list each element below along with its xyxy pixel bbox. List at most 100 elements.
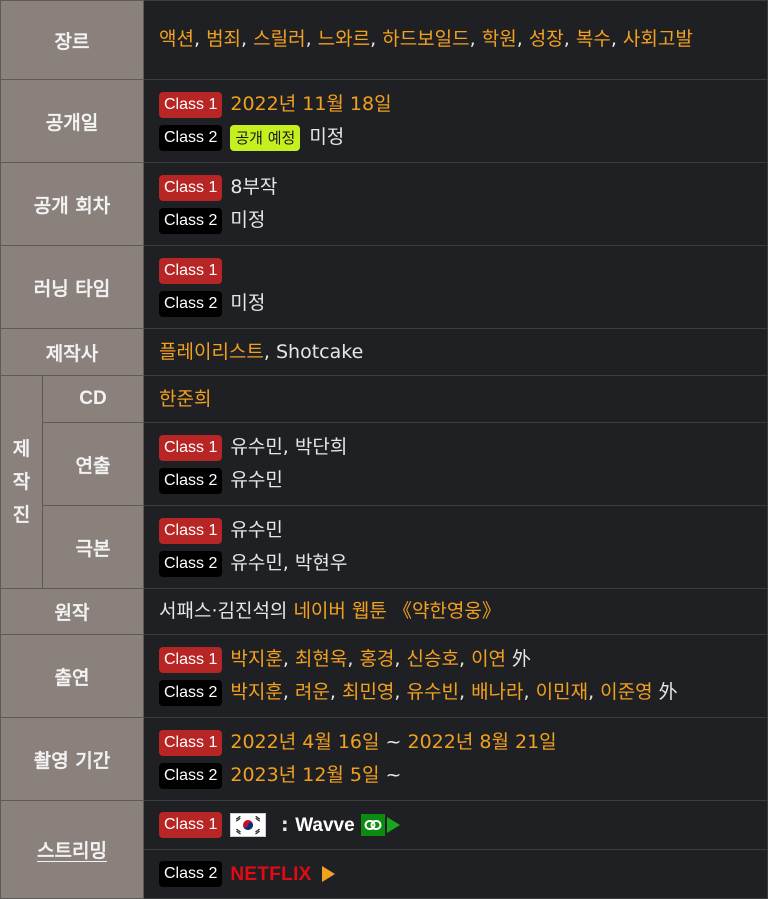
list-item-link[interactable]: 액션 [159, 28, 194, 50]
row-release-date: 공개일 Class 1 2022년 11월 18일 Class 2 공개 예정 … [0, 79, 768, 163]
cast-class2-suffix: 外 [658, 681, 678, 703]
list-item-link[interactable]: 유수빈 [407, 681, 459, 703]
running-time-class2-line: Class 2 미정 [159, 287, 753, 320]
list-item-link[interactable]: 이연 [471, 648, 506, 670]
episodes-class2: 미정 [230, 209, 266, 231]
class1-badge: Class 1 [159, 517, 223, 544]
filming-class2-line: Class 2 2023년 12월 5일 ~ [159, 759, 753, 792]
separator: , [394, 681, 407, 703]
south-korea-flag-icon [230, 813, 267, 837]
header-original: 원작 [0, 588, 144, 635]
play-icon[interactable] [321, 866, 335, 882]
header-cd: CD [42, 375, 144, 423]
separator: , [516, 28, 529, 50]
list-item-link[interactable]: 사회고발 [623, 28, 693, 50]
tilde: ~ [379, 731, 408, 753]
filming-class1-start[interactable]: 2022년 4월 16일 [230, 728, 379, 757]
original-author: 서패스·김진석의 [159, 600, 294, 622]
list-item-link[interactable]: 최민영 [342, 681, 394, 703]
list-item-link[interactable]: 느와르 [318, 28, 370, 50]
class1-badge: Class 1 [159, 812, 223, 838]
class1-badge: Class 1 [159, 174, 223, 201]
list-item-link[interactable]: 박지훈 [230, 648, 282, 670]
list-item-link[interactable]: 이민재 [536, 681, 588, 703]
cast-class1-suffix: 外 [512, 648, 532, 670]
row-genre: 장르 액션, 범죄, 스릴러, 느와르, 하드보일드, 학원, 성장, 복수, … [0, 0, 768, 80]
writer-class2-line: Class 2 유수민, 박현우 [159, 547, 753, 580]
class2-badge: Class 2 [159, 679, 223, 706]
release-class1-line: Class 1 2022년 11월 18일 [159, 88, 753, 121]
upcoming-release-pill: 공개 예정 [230, 124, 301, 151]
episodes-class1: 8부작 [230, 176, 278, 198]
list-item-link[interactable]: 학원 [482, 28, 517, 50]
running-time-class2: 미정 [230, 292, 266, 314]
filming-class2-start[interactable]: 2023년 12월 5일 [230, 761, 379, 790]
header-director: 연출 [42, 422, 144, 506]
cast-class1-list: 박지훈, 최현욱, 홍경, 신승호, 이연 [230, 645, 506, 674]
separator: , [458, 648, 472, 670]
list-item-link[interactable]: 하드보일드 [382, 28, 469, 50]
cast-class1-line: Class 1 박지훈, 최현욱, 홍경, 신승호, 이연 外 [159, 643, 753, 676]
class2-badge: Class 2 [159, 207, 223, 234]
wavve-label: Wavve [295, 814, 355, 836]
original-title-link[interactable]: 《약한영웅》 [387, 600, 501, 622]
naver-webtoon-link[interactable]: 네이버 웹툰 [293, 600, 386, 622]
class2-badge: Class 2 [159, 762, 223, 789]
class1-badge: Class 1 [159, 434, 223, 461]
row-staff-writer: 극본 Class 1 유수민 Class 2 유수민, 박현우 [1, 505, 768, 589]
writer-class2: 유수민, 박현우 [230, 552, 348, 574]
list-item-link[interactable]: 신승호 [407, 648, 459, 670]
header-release-date: 공개일 [0, 79, 144, 163]
header-staff: 제 작 진 [0, 375, 43, 589]
separator: , [347, 648, 360, 670]
cast-class2-list: 박지훈, 려운, 최민영, 유수빈, 배나라, 이민재, 이준영 [230, 678, 652, 707]
director-class1-line: Class 1 유수민, 박단희 [159, 431, 753, 464]
separator: , [370, 28, 383, 50]
list-item-link[interactable]: 홍경 [359, 648, 394, 670]
class1-badge: Class 1 [159, 257, 223, 284]
header-cast: 출연 [0, 634, 144, 718]
row-episodes: 공개 회차 Class 1 8부작 Class 2 미정 [0, 162, 768, 246]
row-production-company: 제작사 플레이리스트, Shotcake [0, 328, 768, 376]
list-item-link[interactable]: 려운 [295, 681, 330, 703]
separator: , [329, 681, 342, 703]
header-genre: 장르 [0, 0, 144, 80]
cast-class2-line: Class 2 박지훈, 려운, 최민영, 유수빈, 배나라, 이민재, 이준영… [159, 676, 753, 709]
staff-label-char: 진 [12, 503, 31, 526]
genre-list: 액션, 범죄, 스릴러, 느와르, 하드보일드, 학원, 성장, 복수, 사회고… [159, 28, 693, 50]
separator: , [263, 340, 276, 363]
row-filming-period: 촬영 기간 Class 1 2022년 4월 16일 ~ 2022년 8월 21… [0, 717, 768, 801]
streaming-label-link[interactable]: 스트리밍 [37, 840, 107, 862]
list-item-link[interactable]: 스릴러 [253, 28, 305, 50]
list-item-link[interactable]: 배나라 [471, 681, 523, 703]
header-running-time: 러닝 타임 [0, 245, 144, 329]
header-filming-period: 촬영 기간 [0, 717, 144, 801]
release-date-class2: 미정 [309, 126, 345, 148]
separator: , [610, 28, 623, 50]
production-company-secondary: Shotcake [275, 340, 364, 363]
row-running-time: 러닝 타임 Class 1 Class 2 미정 [0, 245, 768, 329]
header-writer: 극본 [42, 505, 144, 589]
class2-badge: Class 2 [159, 290, 223, 317]
header-streaming[interactable]: 스트리밍 [0, 800, 144, 899]
list-item-link[interactable]: 박지훈 [230, 681, 282, 703]
production-company-link[interactable]: 플레이리스트 [159, 341, 264, 363]
director-class2-line: Class 2 유수민 [159, 464, 753, 497]
list-item-link[interactable]: 이준영 [600, 681, 652, 703]
separator: , [305, 28, 318, 50]
header-production-company: 제작사 [0, 328, 144, 376]
link-icon[interactable] [360, 814, 385, 836]
director-class1: 유수민, 박단희 [230, 436, 348, 458]
netflix-logo[interactable]: NETFLIX [230, 860, 311, 889]
streaming-class1-line: Class 1 : Wavve [144, 801, 767, 849]
list-item-link[interactable]: 최현욱 [295, 648, 347, 670]
list-item-link[interactable]: 복수 [576, 28, 611, 50]
list-item-link[interactable]: 성장 [529, 28, 564, 50]
list-item-link[interactable]: 범죄 [206, 28, 241, 50]
cd-name-link[interactable]: 한준희 [159, 388, 211, 410]
class2-badge: Class 2 [159, 550, 223, 577]
separator: , [241, 28, 254, 50]
original-source-link[interactable]: 네이버 웹툰 《약한영웅》 [293, 600, 500, 622]
filming-class1-end[interactable]: 2022년 8월 21일 [408, 728, 557, 757]
play-icon[interactable] [386, 817, 400, 833]
